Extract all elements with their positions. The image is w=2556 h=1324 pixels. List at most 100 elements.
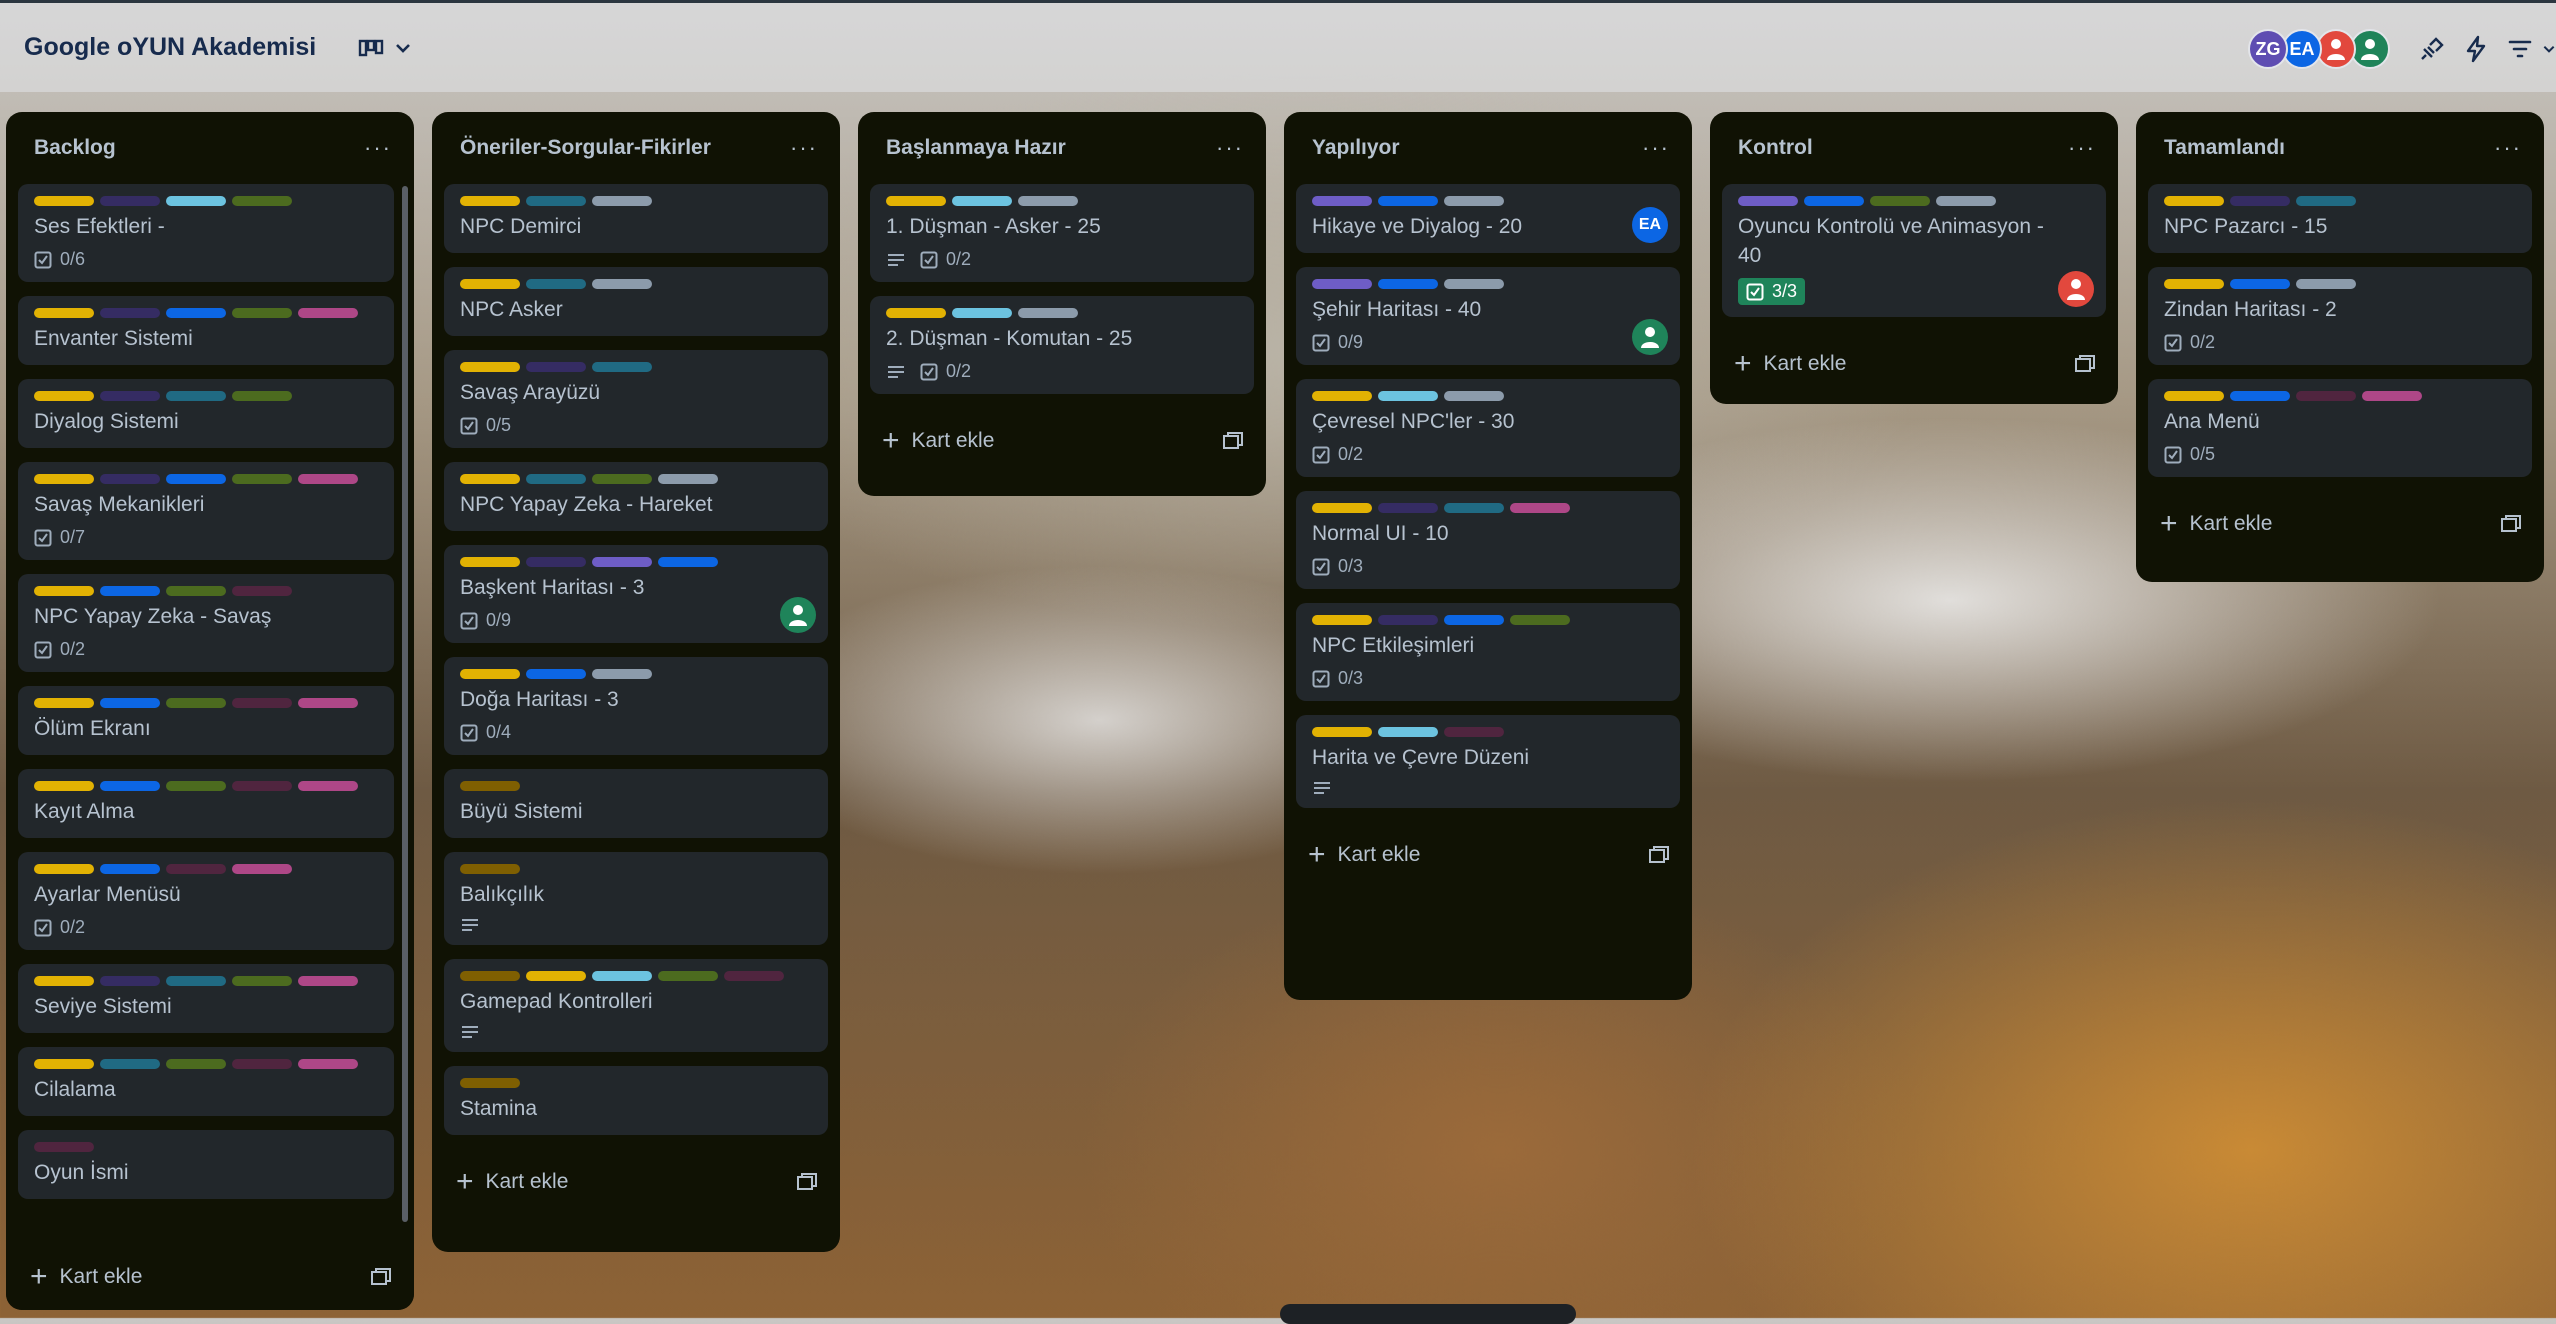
card[interactable]: Normal UI - 10 0/3 (1296, 491, 1680, 589)
card-member-avatar[interactable]: EA (1632, 207, 1668, 243)
card-labels[interactable] (34, 474, 378, 484)
card-label[interactable] (2296, 279, 2356, 289)
card-label[interactable] (298, 308, 358, 318)
card[interactable]: 2. Düşman - Komutan - 25 0/2 (870, 296, 1254, 394)
card-labels[interactable] (34, 196, 378, 206)
card-label[interactable] (100, 698, 160, 708)
card-label[interactable] (1312, 615, 1372, 625)
card-label[interactable] (232, 474, 292, 484)
card-label[interactable] (1444, 391, 1504, 401)
card-labels[interactable] (460, 557, 812, 567)
card-label[interactable] (1738, 196, 1798, 206)
card[interactable]: Ses Efektleri - 0/6 (18, 184, 394, 282)
card-label[interactable] (1444, 279, 1504, 289)
card-label[interactable] (2230, 196, 2290, 206)
card-label[interactable] (592, 669, 652, 679)
create-from-template-icon[interactable] (1648, 844, 1670, 866)
add-card-button[interactable]: + Kart ekle (882, 426, 994, 456)
card-label[interactable] (1444, 615, 1504, 625)
card-label[interactable] (1378, 391, 1438, 401)
card-label[interactable] (34, 1059, 94, 1069)
card-label[interactable] (724, 971, 784, 981)
card[interactable]: Büyü Sistemi (444, 769, 828, 838)
filter-icon[interactable] (2498, 27, 2542, 71)
create-from-template-icon[interactable] (1222, 430, 1244, 452)
card-label[interactable] (1444, 727, 1504, 737)
card-label[interactable] (100, 196, 160, 206)
card-label[interactable] (2164, 279, 2224, 289)
card-label[interactable] (460, 1078, 520, 1088)
list-scrollbar[interactable] (402, 186, 408, 1222)
card-label[interactable] (592, 557, 652, 567)
bottom-toolbar[interactable] (1280, 1304, 1576, 1324)
card-labels[interactable] (460, 474, 812, 484)
card-label[interactable] (34, 781, 94, 791)
card-label[interactable] (526, 196, 586, 206)
card[interactable]: Kayıt Alma (18, 769, 394, 838)
card[interactable]: Şehir Haritası - 40 0/9 (1296, 267, 1680, 365)
card[interactable]: Oyun İsmi (18, 1130, 394, 1199)
card-label[interactable] (100, 781, 160, 791)
card-labels[interactable] (34, 391, 378, 401)
card-label[interactable] (1312, 196, 1372, 206)
card[interactable]: NPC Yapay Zeka - Hareket (444, 462, 828, 531)
card-label[interactable] (460, 557, 520, 567)
card[interactable]: Doğa Haritası - 3 0/4 (444, 657, 828, 755)
card[interactable]: Cilalama (18, 1047, 394, 1116)
card-labels[interactable] (1312, 279, 1664, 289)
card-label[interactable] (298, 698, 358, 708)
card[interactable]: Savaş Arayüzü 0/5 (444, 350, 828, 448)
board-title[interactable]: Google oYUN Akademisi (24, 33, 316, 62)
card-label[interactable] (592, 279, 652, 289)
card-label[interactable] (34, 864, 94, 874)
card-labels[interactable] (34, 864, 378, 874)
member-avatar[interactable]: EA (2282, 29, 2322, 69)
card-label[interactable] (1378, 727, 1438, 737)
list-title[interactable]: Yapılıyor (1312, 136, 1400, 160)
card-labels[interactable] (1312, 615, 1664, 625)
card-label[interactable] (460, 669, 520, 679)
more-chevron-icon[interactable] (2542, 27, 2556, 71)
card-label[interactable] (166, 586, 226, 596)
card-label[interactable] (1018, 308, 1078, 318)
card-label[interactable] (232, 196, 292, 206)
card-labels[interactable] (34, 1059, 378, 1069)
card-label[interactable] (1312, 503, 1372, 513)
list-title[interactable]: Başlanmaya Hazır (886, 136, 1066, 160)
card-label[interactable] (100, 976, 160, 986)
card-labels[interactable] (2164, 391, 2516, 401)
card-label[interactable] (232, 976, 292, 986)
card-label[interactable] (1378, 615, 1438, 625)
list-menu-icon[interactable]: ··· (2488, 131, 2528, 165)
card-label[interactable] (166, 308, 226, 318)
card[interactable]: NPC Etkileşimleri 0/3 (1296, 603, 1680, 701)
card-label[interactable] (460, 362, 520, 372)
card-label[interactable] (526, 362, 586, 372)
card-label[interactable] (526, 669, 586, 679)
card-label[interactable] (526, 279, 586, 289)
list-title[interactable]: Tamamlandı (2164, 136, 2285, 160)
card-label[interactable] (100, 586, 160, 596)
card-label[interactable] (1312, 727, 1372, 737)
card-labels[interactable] (886, 308, 1238, 318)
list-title[interactable]: Backlog (34, 136, 116, 160)
card-label[interactable] (658, 474, 718, 484)
card-labels[interactable] (460, 971, 812, 981)
card-labels[interactable] (34, 1142, 378, 1152)
card-labels[interactable] (34, 586, 378, 596)
card-labels[interactable] (2164, 196, 2516, 206)
card[interactable]: Hikaye ve Diyalog - 20 EA (1296, 184, 1680, 253)
card-label[interactable] (886, 196, 946, 206)
card-label[interactable] (232, 586, 292, 596)
card[interactable]: Harita ve Çevre Düzeni (1296, 715, 1680, 808)
card-labels[interactable] (34, 781, 378, 791)
card-label[interactable] (166, 781, 226, 791)
card-label[interactable] (592, 474, 652, 484)
card-label[interactable] (1936, 196, 1996, 206)
card-label[interactable] (2164, 391, 2224, 401)
card-label[interactable] (1018, 196, 1078, 206)
card-label[interactable] (592, 196, 652, 206)
card[interactable]: NPC Yapay Zeka - Savaş 0/2 (18, 574, 394, 672)
create-from-template-icon[interactable] (2074, 353, 2096, 375)
card-label[interactable] (460, 196, 520, 206)
